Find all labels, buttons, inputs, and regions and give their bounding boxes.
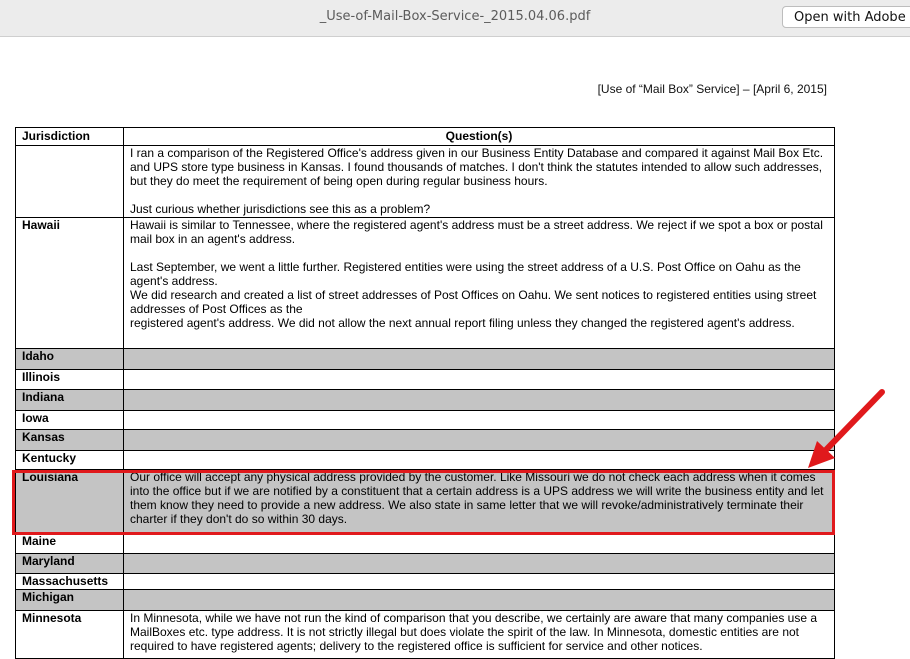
jurisdiction-cell: Hawaii <box>15 217 124 349</box>
jurisdiction-cell: Kansas <box>15 429 124 451</box>
table-row: I ran a comparison of the Registered Off… <box>15 145 835 218</box>
table-row: Massachusetts <box>15 573 835 590</box>
answer-cell <box>123 573 835 590</box>
answer-paragraph: I ran a comparison of the Registered Off… <box>130 146 824 188</box>
answer-paragraph: registered agent's address. We did not a… <box>130 316 795 330</box>
jurisdiction-cell: Michigan <box>15 589 124 611</box>
table-body: I ran a comparison of the Registered Off… <box>15 145 835 659</box>
answer-paragraph <box>130 188 828 202</box>
table-row: Minnesota In Minnesota, while we have not… <box>15 610 835 659</box>
answer-paragraph <box>130 246 828 260</box>
column-header-questions: Question(s) <box>123 127 835 146</box>
answer-paragraph: Last September, we went a little further… <box>130 260 801 288</box>
jurisdiction-cell: Indiana <box>15 389 124 411</box>
answer-paragraph: Hawaii is similar to Tennessee, where th… <box>130 218 823 246</box>
jurisdiction-cell <box>15 145 124 218</box>
column-header-jurisdiction: Jurisdiction <box>15 127 124 146</box>
answer-cell <box>123 389 835 411</box>
jurisdiction-cell: Kentucky <box>15 450 124 470</box>
table-row: Kansas <box>15 429 835 451</box>
document-filename: _Use-of-Mail-Box-Service-_2015.04.06.pdf <box>319 9 591 24</box>
red-arrow-annotation <box>808 389 885 468</box>
jurisdiction-cell: Minnesota <box>15 610 124 659</box>
jurisdiction-questions-table: Jurisdiction Question(s) I ran a compari… <box>15 127 835 659</box>
jurisdiction-cell: Illinois <box>15 369 124 390</box>
jurisdiction-cell: Massachusetts <box>15 573 124 590</box>
answer-cell <box>123 553 835 574</box>
table-row: Indiana <box>15 389 835 411</box>
table-row: Hawaii Hawaii is similar to Tennessee, wh… <box>15 217 835 349</box>
louisiana-highlight-box <box>12 470 835 535</box>
answer-paragraph: In Minnesota, while we have not run the … <box>130 611 818 653</box>
jurisdiction-cell: Maine <box>15 533 124 554</box>
jurisdiction-cell: Maryland <box>15 553 124 574</box>
answer-paragraph: Just curious whether jurisdictions see t… <box>130 202 431 216</box>
pdf-viewer-titlebar: _Use-of-Mail-Box-Service-_2015.04.06.pdf… <box>0 0 910 37</box>
table-header-row: Jurisdiction Question(s) <box>15 127 835 146</box>
answer-cell: In Minnesota, while we have not run the … <box>123 610 835 659</box>
answer-cell <box>123 369 835 390</box>
table-row: Idaho <box>15 348 835 370</box>
table-row: Iowa <box>15 410 835 430</box>
table-row: Maine <box>15 533 835 554</box>
table-row: Maryland <box>15 553 835 574</box>
table-row: Michigan <box>15 589 835 611</box>
table-row: Kentucky <box>15 450 835 470</box>
document-header-reference: [Use of “Mail Box” Service] – [April 6, … <box>597 82 827 96</box>
answer-cell: Hawaii is similar to Tennessee, where th… <box>123 217 835 349</box>
jurisdiction-cell: Iowa <box>15 410 124 430</box>
table-row: Illinois <box>15 369 835 390</box>
answer-paragraph: We did research and created a list of st… <box>130 288 817 316</box>
answer-cell <box>123 429 835 451</box>
answer-cell <box>123 450 835 470</box>
open-with-adobe-button[interactable]: Open with Adobe A <box>782 6 910 28</box>
answer-cell <box>123 589 835 611</box>
jurisdiction-cell: Idaho <box>15 348 124 370</box>
answer-cell <box>123 348 835 370</box>
answer-cell <box>123 533 835 554</box>
answer-cell: I ran a comparison of the Registered Off… <box>123 145 835 218</box>
answer-cell <box>123 410 835 430</box>
